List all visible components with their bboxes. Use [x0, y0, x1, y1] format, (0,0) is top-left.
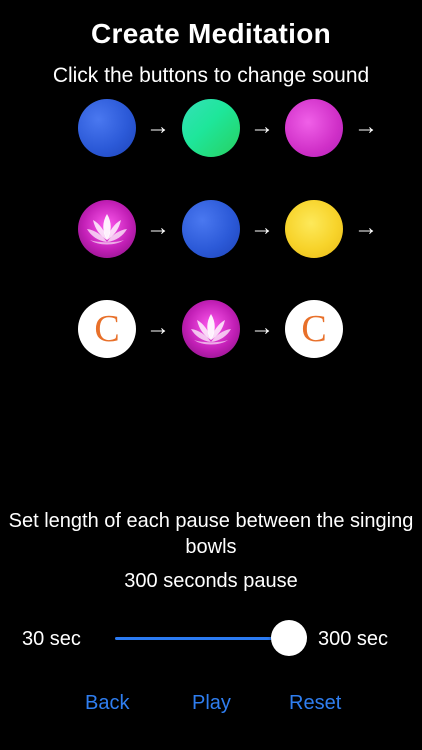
arrow-icon: → [146, 113, 170, 140]
page-title: Create Meditation [90, 18, 332, 49]
arrow-icon: → [250, 314, 274, 341]
pause-value-text: 300 seconds pause [124, 570, 298, 592]
c-logo-icon: C [301, 308, 326, 350]
arrow-icon: → [250, 214, 274, 241]
slider-max-label: 300 sec [318, 628, 389, 650]
pause-slider-thumb[interactable] [271, 620, 307, 656]
sound-button-lotus[interactable] [78, 200, 136, 258]
sound-button-green[interactable] [182, 99, 240, 157]
play-button[interactable]: Play [192, 692, 231, 715]
pause-length-label: Set length of each pause between the sin… [8, 510, 414, 558]
sound-button-blue[interactable] [182, 200, 240, 258]
c-logo-icon: C [94, 308, 119, 350]
sound-button-lotus[interactable] [182, 300, 240, 358]
sound-sequence-row-3: C → → C [78, 300, 398, 360]
sound-button-yellow[interactable] [285, 200, 343, 258]
lotus-icon [191, 314, 231, 345]
arrow-icon: → [146, 214, 170, 241]
sound-sequence-row-1: → → → [78, 99, 398, 159]
reset-button[interactable]: Reset [289, 692, 341, 715]
slider-min-label: 30 sec [22, 628, 81, 650]
sound-sequence-row-2: → → → [78, 200, 398, 260]
sound-button-blue[interactable] [78, 99, 136, 157]
arrow-icon: → [250, 113, 274, 140]
arrow-icon: → [146, 314, 170, 341]
page-subtitle: Click the buttons to change sound [52, 64, 370, 87]
svg-text:C: C [94, 308, 119, 350]
sound-button-c-logo[interactable]: C [78, 300, 136, 358]
lotus-icon [87, 214, 127, 245]
sound-button-magenta[interactable] [285, 99, 343, 157]
sound-button-c-logo[interactable]: C [285, 300, 343, 358]
pause-slider-track[interactable] [115, 637, 290, 640]
arrow-icon: → [354, 214, 378, 241]
svg-text:C: C [301, 308, 326, 350]
back-button[interactable]: Back [85, 692, 129, 715]
arrow-icon: → [354, 113, 378, 140]
